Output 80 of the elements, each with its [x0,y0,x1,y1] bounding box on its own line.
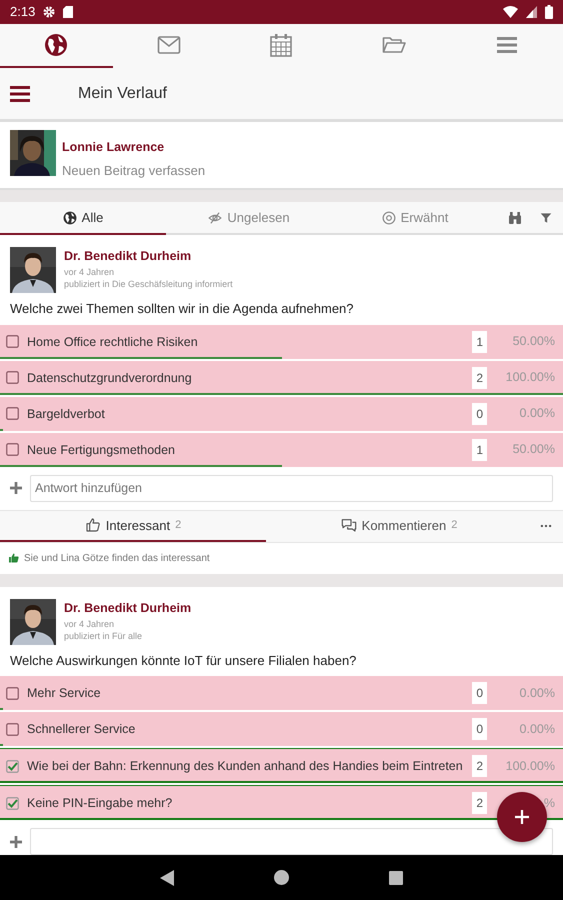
checkbox[interactable] [6,760,19,773]
action-tab[interactable]: Interessant 2 [0,510,266,542]
option-label: Keine PIN-Eingabe mehr? [27,795,174,812]
plus-icon [8,480,24,496]
post-time: vor 4 Jahren [64,618,116,630]
checkbox[interactable] [6,686,19,700]
thumbs-up-icon [8,552,20,564]
comments-icon [340,517,357,534]
option-label: Schnellerer Service [27,721,136,738]
poll-option[interactable]: Mehr Service 0 0.00% [0,676,563,710]
vote-percent: 100.00% [504,758,555,775]
menu-icon[interactable] [10,86,30,102]
poll-option[interactable]: Schnellerer Service 0 0.00% [0,712,563,746]
checkbox[interactable] [6,443,19,456]
user-name: Lonnie Lawrence [62,139,166,156]
poll-question: Welche zwei Themen sollten wir in die Agenda aufnehmen? [9,300,355,318]
option-label: Wie bei der Bahn: Erkennung des Kunden anhand des Handies beim Eintreten [27,758,464,774]
author-name[interactable]: Dr. Benedikt Durheim [64,598,192,618]
author-name[interactable]: Dr. Benedikt Durheim [64,247,233,266]
checkbox[interactable] [6,335,19,348]
poll-question: Welche Auswirkungen könnte IoT für unsere Filialen haben? [9,652,358,670]
poll-option[interactable]: Bargeldverbot 0 0.00% [0,396,563,431]
option-label: Datenschutzgrundverordnung [27,370,193,386]
wifi-icon [503,6,518,18]
checkbox[interactable] [6,796,19,810]
signal-icon [526,6,537,18]
post-channel: publiziert in Für alle [64,630,144,642]
plus-icon [8,834,24,850]
vote-count: 0 [472,718,487,740]
vote-percent: 100.00% [504,369,555,386]
vote-count: 0 [472,682,487,704]
option-label: Bargeldverbot [27,406,106,422]
option-label: Mehr Service [27,685,102,702]
checkbox[interactable] [6,407,19,420]
page-title: Mein Verlauf [78,84,167,104]
answer-field[interactable]: Antwort hinzufügen [30,474,553,502]
vote-percent: 0.00% [518,684,555,702]
vote-count: 2 [472,366,487,389]
back-icon[interactable] [160,870,174,886]
compose-prompt: Neuen Beitrag verfassen [62,162,206,180]
vote-percent: % [542,794,555,812]
post-channel: publiziert in Die Geschäfsleitung informiert [64,278,233,290]
binoculars-icon[interactable] [507,210,523,226]
option-label: Neue Fertigungsmethoden [27,442,176,458]
vote-count: 1 [472,330,487,353]
globe-icon [44,33,68,57]
option-label: Home Office rechtliche Risiken [27,334,199,350]
checkbox[interactable] [6,722,19,736]
battery-icon [545,5,553,19]
vote-percent: 0.00% [518,720,555,738]
vote-percent: 0.00% [518,405,555,422]
plus-icon [514,809,530,825]
vote-count: 2 [472,755,487,778]
globe-icon [62,210,77,225]
poll-option[interactable]: Home Office rechtliche Risiken 1 50.00% [0,324,563,359]
sd-card-icon [63,6,74,18]
vote-count: 0 [472,402,487,425]
vote-percent: 50.00% [512,333,555,350]
poll-option[interactable]: Neue Fertigungsmethoden 1 50.00% [0,432,563,467]
post-time: vor 4 Jahren [64,266,116,278]
vote-count: 1 [472,438,487,461]
vote-percent: 50.00% [512,441,555,458]
answer-field[interactable] [30,828,553,855]
likes-text: Sie und Lina Götze finden das interessant [24,552,210,566]
thumbs-up-icon [84,517,101,534]
status-time: 2:13 [10,3,36,22]
composer-card[interactable]: Lonnie Lawrence Neuen Beitrag verfassen [0,122,563,190]
poll-option[interactable]: Datenschutzgrundverordnung 2 100.00% [0,360,563,395]
recents-icon[interactable] [389,870,403,884]
settings-icon [43,6,56,18]
poll-option[interactable]: Keine PIN-Eingabe mehr? 2 % [0,785,563,820]
calendar-icon [269,33,294,57]
home-icon[interactable] [274,870,289,885]
vote-count: 2 [472,792,487,814]
hidden-icon [208,210,222,225]
mail-icon [156,33,181,57]
poll-option[interactable]: Wie bei der Bahn: Erkennung des Kunden anhand des Handies beim Eintreten 2 100.00% [0,748,563,784]
checkbox[interactable] [6,371,19,384]
filter-icon[interactable] [539,210,553,225]
action-tab[interactable]: Kommentieren 2 [266,510,532,542]
